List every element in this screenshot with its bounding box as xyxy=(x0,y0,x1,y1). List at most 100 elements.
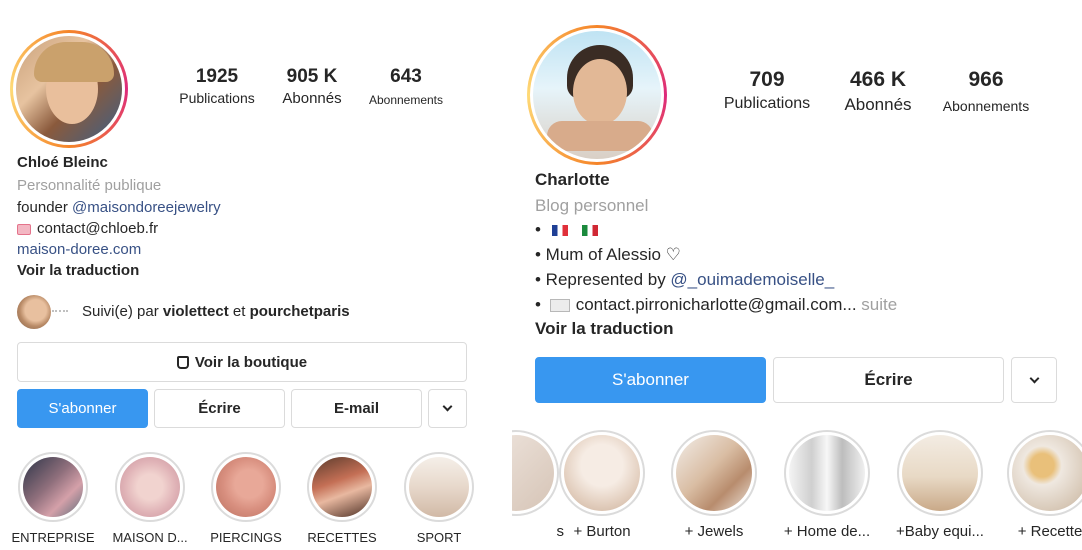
highlight-cover xyxy=(23,457,83,517)
highlight-label: + Home de... xyxy=(783,523,871,540)
email-button[interactable]: E-mail xyxy=(291,389,422,428)
highlight-cover xyxy=(512,435,554,511)
bio-email: contact.pirronicharlotte@gmail.com... xyxy=(575,295,857,314)
website-link[interactable]: maison-doree.com xyxy=(17,241,141,258)
highlight-cover xyxy=(120,457,180,517)
profile-username: Charlotte xyxy=(535,170,610,189)
profile-category: Personnalité publique xyxy=(17,177,162,194)
stat-followers[interactable]: 466 K Abonnés xyxy=(830,68,926,115)
profile-panel-chloe: 1925 Publications 905 K Abonnés 643 Abon… xyxy=(0,0,512,550)
stat-following-value: 966 xyxy=(968,68,1004,91)
stat-posts-value: 1925 xyxy=(195,66,239,87)
stat-following-label: Abonnements xyxy=(368,93,444,107)
bio-contact-email: contact@chloeb.fr xyxy=(37,220,159,237)
follow-button[interactable]: S'abonner xyxy=(17,389,148,428)
bio-founder-text: founder xyxy=(17,199,73,216)
avatar xyxy=(13,33,125,145)
translate-link[interactable]: Voir la traduction xyxy=(535,319,674,339)
bio-contact-line: contact@chloeb.fr xyxy=(17,220,158,237)
highlight-item[interactable]: PIERCINGS xyxy=(198,452,294,545)
highlight-item[interactable]: SPORT xyxy=(391,452,487,545)
bio-represented-line: • Represented by @_ouimademoiselle_ xyxy=(535,270,834,290)
highlight-label: + Recette xyxy=(1017,523,1082,540)
stat-posts-value: 709 xyxy=(749,68,785,91)
stat-following[interactable]: 966 Abonnements xyxy=(934,68,1038,114)
envelope-icon xyxy=(549,299,570,313)
highlight-label: ENTREPRISE xyxy=(11,530,95,545)
highlight-cover xyxy=(676,435,752,511)
shopping-bag-icon xyxy=(176,355,189,369)
stat-following-label: Abonnements xyxy=(942,98,1030,114)
highlight-label: +Baby equi... xyxy=(896,523,984,540)
highlight-cover xyxy=(789,435,865,511)
followed-by-joiner: et xyxy=(228,303,250,320)
stat-posts[interactable]: 1925 Publications xyxy=(170,66,264,106)
highlight-item[interactable]: MAISON D... xyxy=(102,452,198,545)
highlight-cover xyxy=(312,457,372,517)
followed-by-text[interactable]: Suivi(e) par violettect et pourchetparis xyxy=(82,303,350,320)
stat-followers-value: 905 K xyxy=(286,66,338,87)
followed-by-prefix: Suivi(e) par xyxy=(82,303,163,320)
bio-founder-line: founder @maisondoreejewelry xyxy=(17,199,221,216)
bio-email-line: • contact.pirronicharlotte@gmail.com... … xyxy=(535,295,897,315)
stat-followers[interactable]: 905 K Abonnés xyxy=(272,66,352,107)
bio-flags-line: • xyxy=(535,220,602,240)
bio-represented-text: • Represented by xyxy=(535,270,671,289)
bio-bullet: • xyxy=(535,295,541,314)
stat-following[interactable]: 643 Abonnements xyxy=(360,66,452,107)
suggested-dropdown-button[interactable] xyxy=(1011,357,1057,403)
stat-followers-label: Abonnés xyxy=(844,95,912,114)
highlight-label: RECETTES xyxy=(307,530,377,545)
highlight-label: + Burton xyxy=(573,523,631,540)
bio-bullet: • xyxy=(535,220,541,239)
profile-category: Blog personnel xyxy=(535,196,649,215)
stat-following-value: 643 xyxy=(390,66,422,87)
highlight-item[interactable]: +Baby equi... xyxy=(888,430,992,540)
highlight-item[interactable]: + Recette xyxy=(1000,430,1082,540)
highlight-item[interactable]: + Burton xyxy=(552,430,652,540)
follow-button[interactable]: S'abonner xyxy=(535,357,766,403)
mexico-flag-icon xyxy=(582,225,599,237)
message-button[interactable]: Écrire xyxy=(773,357,1004,403)
stat-posts-label: Publications xyxy=(179,90,255,106)
france-flag-icon xyxy=(551,225,568,237)
suggested-dropdown-button[interactable] xyxy=(428,389,467,428)
followed-by-user2: pourchetparis xyxy=(249,303,350,320)
followed-by-user1: violettect xyxy=(162,303,229,320)
avatar xyxy=(530,28,664,162)
message-button[interactable]: Écrire xyxy=(154,389,285,428)
follower-avatar-stack xyxy=(52,310,68,312)
highlight-label: + Jewels xyxy=(684,523,744,540)
profile-username: Chloé Bleinc xyxy=(17,154,108,171)
highlight-item[interactable]: ENTREPRISE xyxy=(5,452,101,545)
highlight-cover xyxy=(564,435,640,511)
bio-founder-link[interactable]: @maisondoreejewelry xyxy=(72,199,221,216)
profile-panel-charlotte: 709 Publications 466 K Abonnés 966 Abonn… xyxy=(512,0,1082,550)
bio-more-link[interactable]: suite xyxy=(861,295,897,314)
follower-avatar[interactable] xyxy=(17,295,51,329)
chevron-down-icon xyxy=(1029,373,1039,383)
highlight-label: PIERCINGS xyxy=(210,530,282,545)
stat-followers-label: Abonnés xyxy=(282,90,342,107)
highlight-item[interactable]: + Home de... xyxy=(775,430,879,540)
highlight-cover xyxy=(902,435,978,511)
highlight-item[interactable]: + Jewels xyxy=(664,430,764,540)
translate-link[interactable]: Voir la traduction xyxy=(17,262,139,279)
stat-posts-label: Publications xyxy=(723,95,811,112)
view-shop-button[interactable]: Voir la boutique xyxy=(17,342,467,382)
stat-posts[interactable]: 709 Publications xyxy=(712,68,822,113)
highlight-item[interactable]: RECETTES xyxy=(294,452,390,545)
profile-avatar-ring[interactable] xyxy=(527,25,667,165)
bio-line: • Mum of Alessio ♡ xyxy=(535,245,681,264)
highlight-cover xyxy=(1012,435,1082,511)
profile-avatar-ring[interactable] xyxy=(10,30,128,148)
chevron-down-icon xyxy=(442,401,453,412)
stat-followers-value: 466 K xyxy=(849,68,907,91)
view-shop-label: Voir la boutique xyxy=(194,353,308,371)
bio-agency-link[interactable]: @_ouimademoiselle_ xyxy=(670,270,834,289)
highlight-cover xyxy=(216,457,276,517)
highlight-label: MAISON D... xyxy=(112,530,188,545)
highlight-cover xyxy=(409,457,469,517)
envelope-heart-icon xyxy=(17,223,31,235)
highlight-label: SPORT xyxy=(416,530,462,545)
